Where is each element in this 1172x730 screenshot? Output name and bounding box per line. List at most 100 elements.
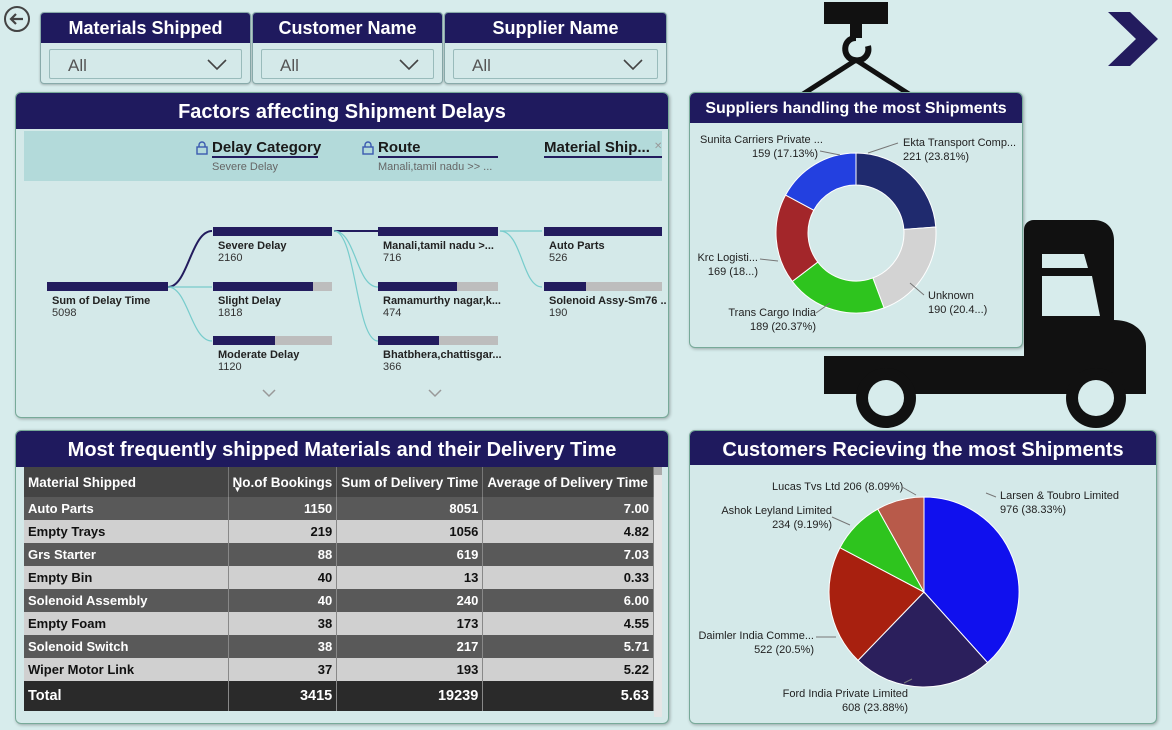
table-row[interactable]: Empty Bin 40 13 0.33 — [24, 566, 654, 589]
table-cell: Solenoid Switch — [24, 635, 229, 658]
node-label: Manali,tamil nadu >... — [383, 240, 494, 252]
slicer-header: Supplier Name — [445, 13, 666, 43]
node-label: Severe Delay — [218, 240, 287, 252]
node-label: Solenoid Assy-Sm76 .. — [549, 295, 667, 307]
slicer-dropdown[interactable]: All — [453, 49, 658, 79]
table-cell: 217 — [336, 635, 484, 658]
slicer-supplier-name[interactable]: Supplier Name All — [444, 12, 667, 84]
decomp-connectors — [167, 230, 543, 342]
table-cell: Solenoid Assembly — [24, 589, 229, 612]
table-cell: 193 — [336, 658, 484, 681]
slicer-value: All — [472, 56, 491, 75]
slicer-customer-name[interactable]: Customer Name All — [252, 12, 443, 84]
node-label: Moderate Delay — [218, 349, 300, 361]
column-header[interactable]: Average of Delivery Time — [482, 467, 654, 497]
total-cell: 5.63 — [482, 681, 654, 711]
scrollbar[interactable] — [654, 467, 662, 717]
column-header[interactable]: Sum of Delivery Time — [336, 467, 484, 497]
table-cell: 6.00 — [482, 589, 654, 612]
table-cell: Auto Parts — [24, 497, 229, 520]
slicer-dropdown[interactable]: All — [49, 49, 242, 79]
materials-table-card: Most frequently shipped Materials and th… — [15, 430, 669, 724]
table-cell: 13 — [336, 566, 484, 589]
slicer-dropdown[interactable]: All — [261, 49, 434, 79]
sort-desc-icon: ▼ — [233, 485, 242, 494]
card-title: Most frequently shipped Materials and th… — [16, 431, 668, 467]
chevron-down-icon — [399, 59, 419, 71]
slicer-value: All — [68, 56, 87, 75]
table-cell: 8051 — [336, 497, 484, 520]
next-page-icon[interactable] — [1104, 10, 1162, 68]
table-cell: Empty Trays — [24, 520, 229, 543]
total-cell: 19239 — [336, 681, 484, 711]
table-cell: 619 — [336, 543, 484, 566]
decomposition-tree-card: Factors affecting Shipment Delays Delay … — [15, 92, 669, 418]
table-header-row: Material Shipped No.of Bookings ▼ Sum of … — [24, 467, 654, 497]
node-value: 2160 — [218, 252, 243, 264]
table-cell: 7.00 — [482, 497, 654, 520]
node-value: 716 — [383, 252, 402, 264]
chevron-down-icon — [207, 59, 227, 71]
slicer-materials-shipped[interactable]: Materials Shipped All — [40, 12, 251, 84]
node-value: 190 — [549, 307, 568, 319]
table-cell: Empty Foam — [24, 612, 229, 635]
materials-table: Material Shipped No.of Bookings ▼ Sum of … — [24, 467, 654, 711]
table-cell: 4.82 — [482, 520, 654, 543]
chevron-down-icon[interactable] — [262, 389, 276, 398]
table-row[interactable]: Grs Starter 88 619 7.03 — [24, 543, 654, 566]
table-cell: 40 — [228, 566, 338, 589]
table-cell: 1056 — [336, 520, 484, 543]
table-row[interactable]: Wiper Motor Link 37 193 5.22 — [24, 658, 654, 681]
node-label: Sum of Delay Time — [52, 295, 151, 307]
table-cell: 173 — [336, 612, 484, 635]
table-cell: 38 — [228, 635, 338, 658]
chevron-down-icon[interactable] — [428, 389, 442, 398]
total-cell: 3415 — [228, 681, 338, 711]
column-header[interactable]: Material Shipped — [24, 467, 229, 497]
leader-lines — [759, 142, 925, 314]
slicer-header: Customer Name — [253, 13, 442, 43]
table-cell: 5.71 — [482, 635, 654, 658]
column-header-sorted[interactable]: No.of Bookings ▼ — [228, 467, 338, 497]
table-cell: 88 — [228, 543, 338, 566]
table-total-row: Total 3415 19239 5.63 — [24, 681, 654, 711]
table-row[interactable]: Solenoid Switch 38 217 5.71 — [24, 635, 654, 658]
slicer-header: Materials Shipped — [41, 13, 250, 43]
node-label: Auto Parts — [549, 240, 605, 252]
scrollbar-thumb[interactable] — [654, 467, 662, 475]
table-cell: Wiper Motor Link — [24, 658, 229, 681]
node-value: 1818 — [218, 307, 243, 319]
table-cell: 219 — [228, 520, 338, 543]
table-cell: 240 — [336, 589, 484, 612]
table-container: Material Shipped No.of Bookings ▼ Sum of … — [24, 467, 654, 711]
column-header-label: No.of Bookings — [232, 474, 333, 490]
table-cell: 0.33 — [482, 566, 654, 589]
node-label: Ramamurthy nagar,k... — [383, 295, 501, 307]
leader-lines — [816, 486, 997, 684]
table-cell: 40 — [228, 589, 338, 612]
table-row[interactable]: Empty Foam 38 173 4.55 — [24, 612, 654, 635]
node-value: 1120 — [218, 361, 242, 373]
node-value: 474 — [383, 307, 402, 319]
node-value: 526 — [549, 252, 568, 264]
chevron-down-icon — [623, 59, 643, 71]
table-cell: Grs Starter — [24, 543, 229, 566]
table-row[interactable]: Auto Parts 1150 8051 7.00 — [24, 497, 654, 520]
back-arrow-icon[interactable] — [3, 5, 31, 33]
crane-hook-icon — [798, 2, 914, 96]
table-cell: 7.03 — [482, 543, 654, 566]
customers-pie-card: Customers Recieving the most Shipments L… — [689, 430, 1157, 724]
node-label: Bhatbhera,chattisgar... — [383, 349, 502, 361]
table-cell: 38 — [228, 612, 338, 635]
table-cell: Empty Bin — [24, 566, 229, 589]
node-label: Slight Delay — [218, 295, 281, 307]
slicer-value: All — [280, 56, 299, 75]
table-cell: 4.55 — [482, 612, 654, 635]
total-cell: Total — [24, 681, 229, 711]
node-value: 5098 — [52, 307, 77, 319]
table-cell: 5.22 — [482, 658, 654, 681]
table-cell: 1150 — [228, 497, 338, 520]
table-row[interactable]: Empty Trays 219 1056 4.82 — [24, 520, 654, 543]
table-row[interactable]: Solenoid Assembly 40 240 6.00 — [24, 589, 654, 612]
table-cell: 37 — [228, 658, 338, 681]
